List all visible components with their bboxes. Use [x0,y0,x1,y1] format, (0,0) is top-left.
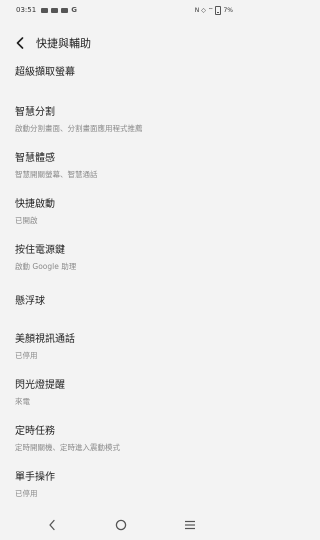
list-item-smart-motion[interactable]: 智慧體感 智慧開關螢幕、智慧通話 [0,152,243,181]
list-item-power-button[interactable]: 按住電源鍵 啟動 Google 助理 [0,244,243,273]
item-title: 智慧分割 [15,107,55,118]
back-arrow-icon[interactable] [14,36,26,50]
header: 快捷與輔助 [0,30,243,56]
status-bar: 03:51 G N ◇ ⌔ 7% [0,0,243,20]
list-item-quick-launch[interactable]: 快捷啟動 已開啟 [0,198,243,227]
item-title: 閃光燈提醒 [15,380,65,391]
nav-home-icon[interactable] [114,518,128,532]
wifi-icon: ⌔ [207,7,214,14]
list-item-super-screenshot[interactable]: 超級擷取螢幕 [0,66,243,80]
item-subtitle: 定時開關機、定時進入震動模式 [15,443,120,452]
item-title: 美顏視訊通話 [15,334,75,345]
item-subtitle: 啟動分割畫面、分割畫面應用程式推薦 [15,124,143,133]
status-time: 03:51 [16,6,37,14]
status-right: N ◇ ⌔ 7% [194,5,233,15]
image-notification-icon [41,7,49,13]
list-item-floating-ball[interactable]: 懸浮球 [0,295,243,309]
youtube-notification-icon [51,7,59,13]
item-title: 單手操作 [15,472,55,483]
nav-menu-icon[interactable] [183,518,197,532]
google-notification-icon: G [71,5,77,14]
item-title: 定時任務 [15,426,55,437]
list-item-scheduled-tasks[interactable]: 定時任務 定時開關機、定時進入震動模式 [0,425,243,454]
item-title: 快捷啟動 [15,199,55,210]
nfc-icon: N [194,6,200,14]
battery-icon [215,5,222,15]
youtube-notification-icon [61,7,69,13]
item-subtitle: 啟動 Google 助理 [15,262,77,271]
list-item-smart-split[interactable]: 智慧分割 啟動分割畫面、分割畫面應用程式推薦 [0,106,243,135]
item-title: 超級擷取螢幕 [15,67,75,78]
status-left: 03:51 G [16,6,77,14]
item-title: 懸浮球 [15,296,45,307]
item-subtitle: 智慧開關螢幕、智慧通話 [15,170,98,179]
list-item-beauty-video-call[interactable]: 美顏視訊通話 已停用 [0,333,243,362]
item-title: 按住電源鍵 [15,245,65,256]
vibrate-icon: ◇ [201,6,206,14]
navigation-bar [0,510,243,540]
item-subtitle: 已開啟 [15,216,38,225]
nav-back-icon[interactable] [45,518,59,532]
page-title: 快捷與輔助 [36,37,91,50]
battery-percent: 7% [223,6,233,14]
item-title: 智慧體感 [15,153,55,164]
list-item-flash-alert[interactable]: 閃光燈提醒 來電 [0,379,243,408]
item-subtitle: 已停用 [15,351,38,360]
list-item-one-hand-mode[interactable]: 單手操作 已停用 [0,471,243,500]
item-subtitle: 已停用 [15,489,38,498]
item-subtitle: 來電 [15,397,30,406]
